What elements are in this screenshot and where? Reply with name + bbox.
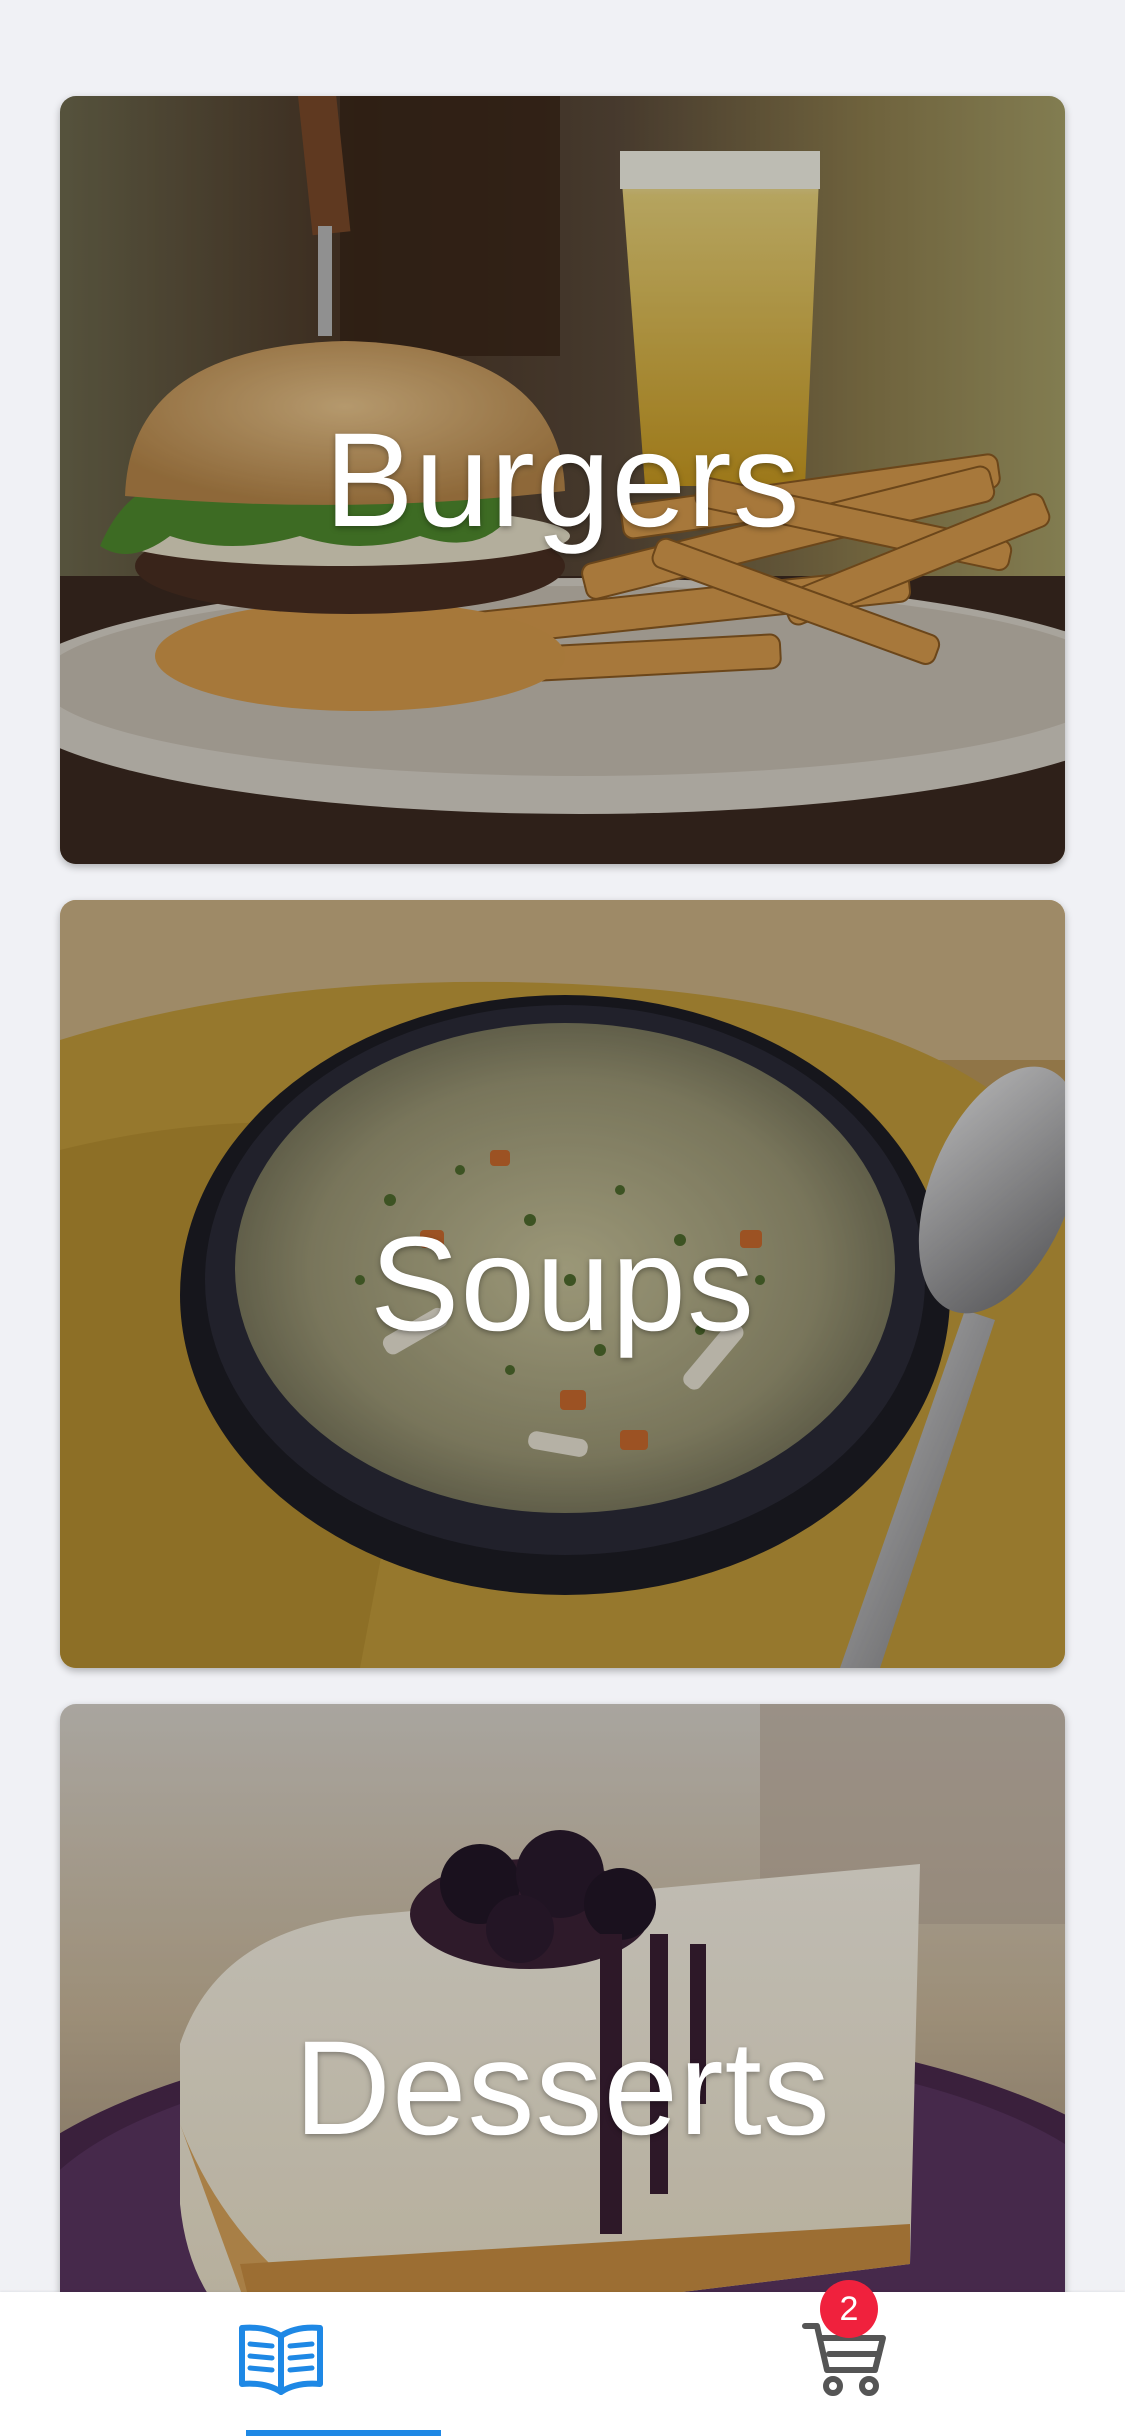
category-card-desserts[interactable]: Desserts: [60, 1704, 1065, 2292]
category-card-burgers[interactable]: Burgers: [60, 96, 1065, 864]
bottom-tab-bar: [0, 2292, 1125, 2436]
category-title: Desserts: [294, 2013, 831, 2163]
category-title: Burgers: [324, 405, 801, 555]
category-title: Soups: [370, 1209, 755, 1359]
category-list[interactable]: Burgers Soups Desserts: [0, 0, 1125, 2292]
active-tab-indicator: [246, 2430, 441, 2436]
tab-menu[interactable]: [0, 2292, 562, 2436]
book-open-icon: [236, 2318, 326, 2398]
cart-badge: 2: [820, 2280, 878, 2338]
category-card-soups[interactable]: Soups: [60, 900, 1065, 1668]
